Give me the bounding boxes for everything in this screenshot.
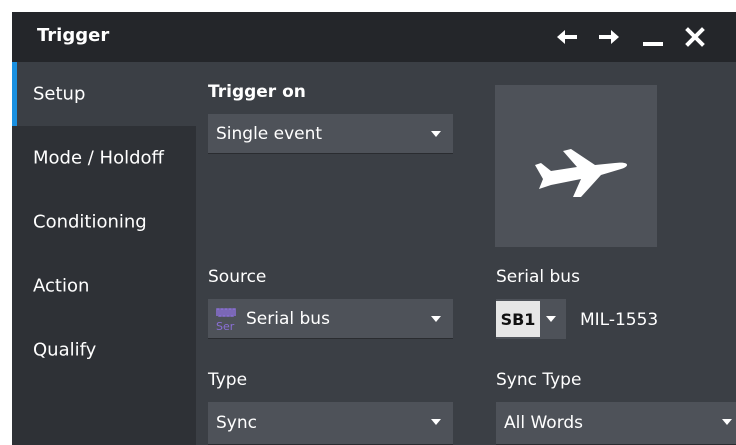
chevron-down-icon (431, 419, 441, 425)
sidebar-item-label: Mode / Holdoff (33, 147, 164, 169)
sidebar-item-label: Setup (33, 83, 86, 105)
serial-bus-icon: Ser (215, 306, 241, 333)
chevron-down-icon (431, 316, 441, 322)
serial-bus-chip-text: SB1 (500, 309, 536, 329)
title-bar: Trigger (12, 12, 736, 62)
source-select[interactable]: Ser Serial bus (208, 299, 453, 339)
arrow-left-icon[interactable] (550, 20, 584, 54)
chevron-down-icon (722, 419, 732, 425)
serial-bus-protocol: MIL-1553 (580, 310, 659, 330)
sidebar-item-qualify[interactable]: Qualify (12, 318, 196, 382)
dialog-title: Trigger (37, 25, 110, 46)
chevron-down-icon (546, 316, 556, 322)
trigger-on-select[interactable]: Single event (208, 114, 453, 154)
sidebar-item-action[interactable]: Action (12, 254, 196, 318)
sidebar-item-conditioning[interactable]: Conditioning (12, 190, 196, 254)
source-value: Serial bus (246, 308, 330, 329)
type-select[interactable]: Sync (208, 402, 453, 445)
type-label: Type (208, 370, 248, 390)
sync-type-label: Sync Type (496, 370, 582, 390)
minimize-icon[interactable] (636, 20, 670, 54)
arrow-right-icon[interactable] (592, 20, 626, 54)
sync-type-value: All Words (504, 413, 584, 433)
sidebar-item-mode-holdoff[interactable]: Mode / Holdoff (12, 126, 196, 190)
chevron-down-icon (431, 131, 441, 137)
source-label: Source (208, 267, 267, 287)
trigger-dialog: Trigger Setup Mode / Holdoff Conditionin… (12, 12, 736, 445)
close-icon[interactable] (678, 20, 712, 54)
svg-text:Ser: Ser (216, 320, 235, 332)
airplane-icon (535, 149, 628, 197)
sidebar-item-label: Action (33, 275, 90, 297)
sync-type-select[interactable]: All Words (496, 402, 736, 445)
type-value: Sync (216, 413, 257, 433)
sidebar: Setup Mode / Holdoff Conditioning Action… (12, 62, 196, 445)
sidebar-item-label: Conditioning (33, 211, 147, 233)
serial-bus-chip: SB1 (496, 301, 540, 337)
serial-bus-label: Serial bus (496, 267, 580, 287)
trigger-on-value: Single event (216, 123, 323, 144)
trigger-preview (495, 85, 657, 247)
sidebar-item-setup[interactable]: Setup (12, 62, 196, 126)
serial-bus-select[interactable]: SB1 (496, 299, 566, 339)
trigger-on-label: Trigger on (208, 82, 306, 102)
sidebar-item-label: Qualify (33, 339, 97, 361)
